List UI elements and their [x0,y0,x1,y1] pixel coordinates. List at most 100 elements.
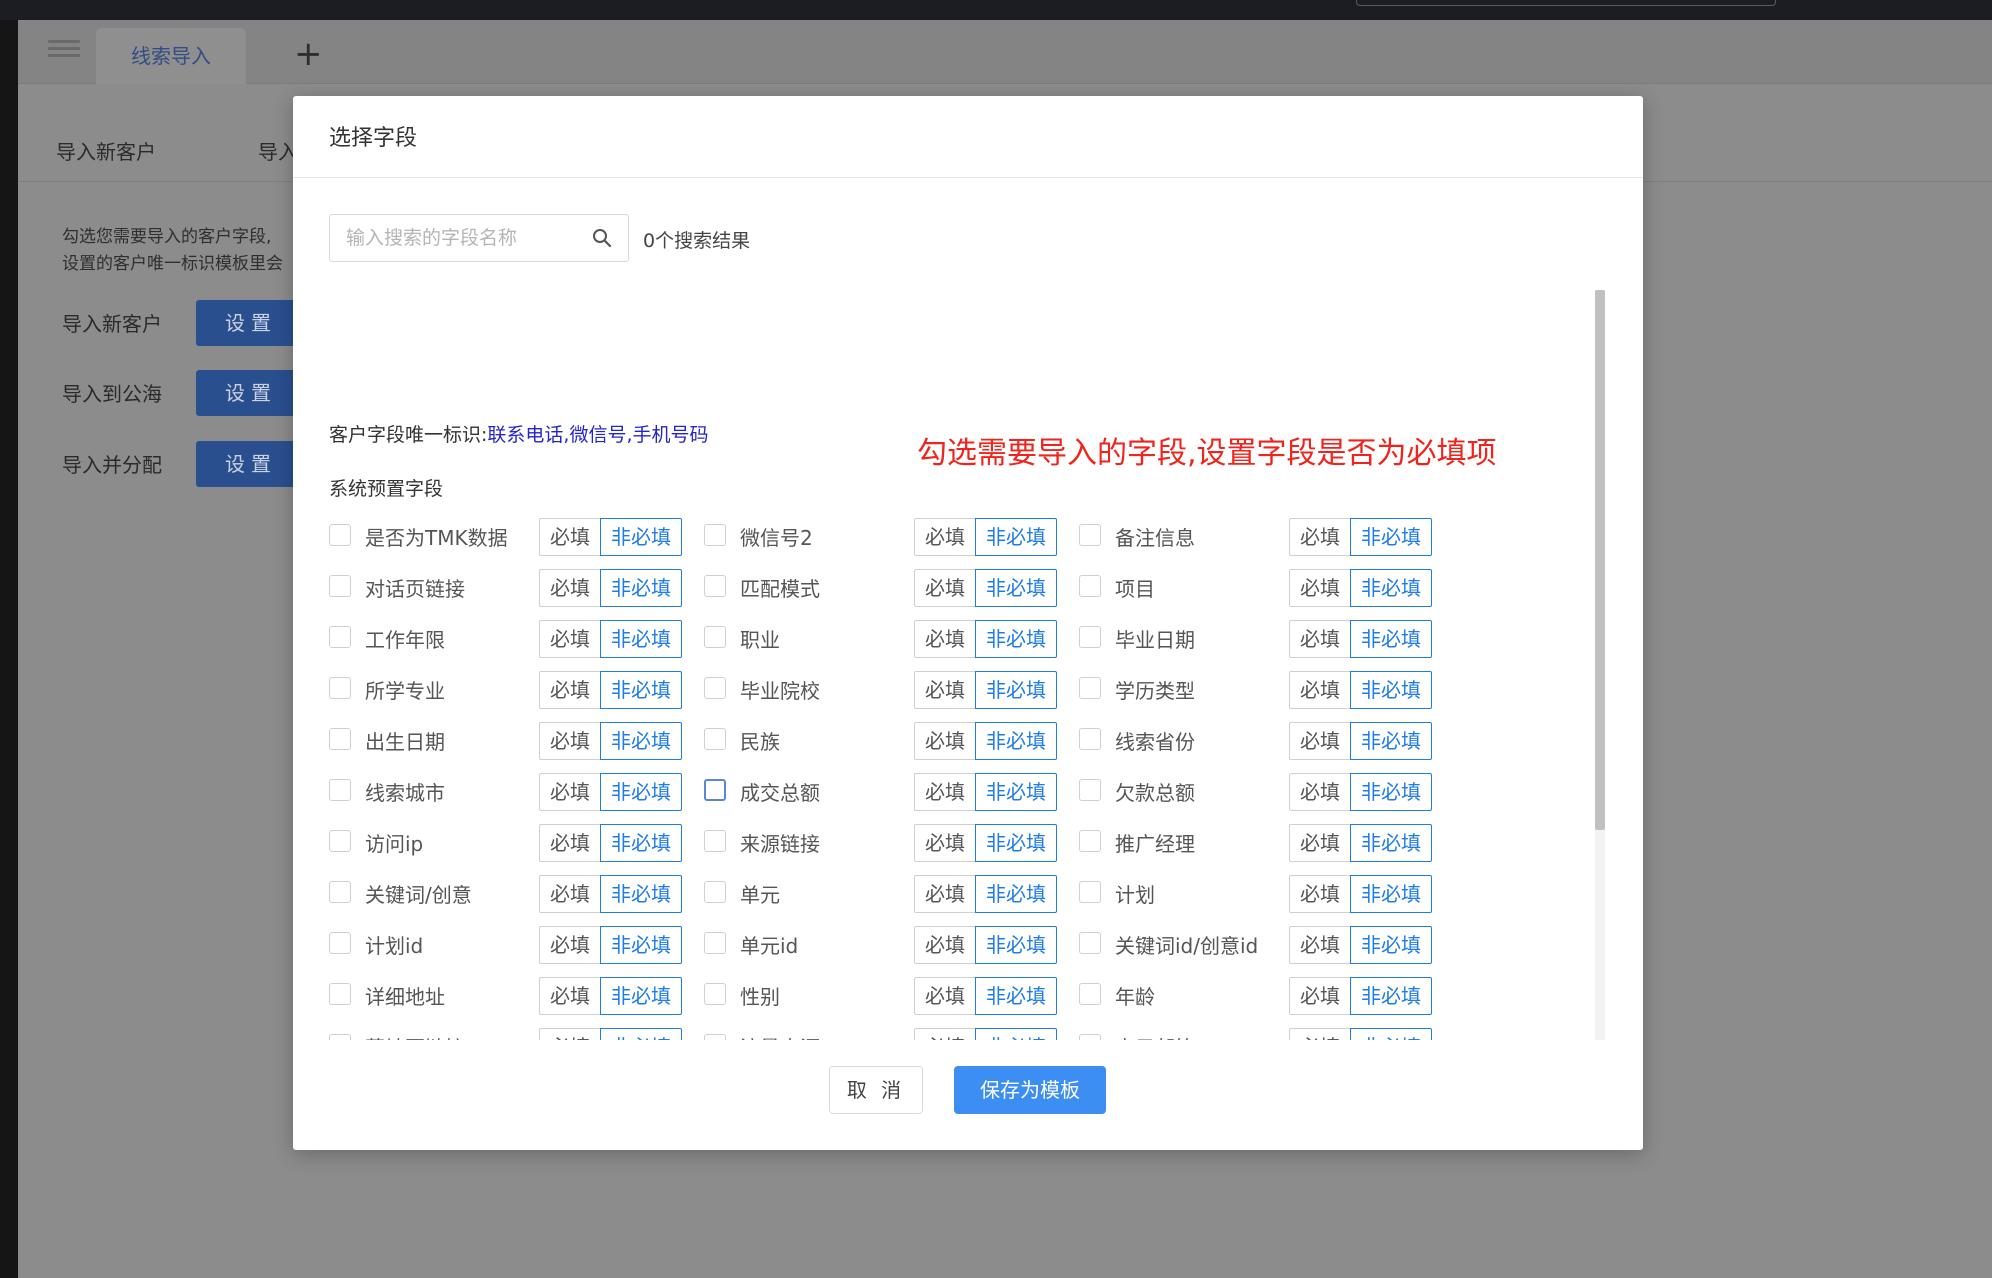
required-option[interactable]: 必填 [914,518,976,556]
required-option[interactable]: 必填 [914,977,976,1015]
optional-option[interactable]: 非必填 [1350,722,1432,760]
optional-option[interactable]: 非必填 [975,722,1057,760]
required-option[interactable]: 必填 [914,722,976,760]
field-checkbox[interactable] [1079,932,1101,954]
field-checkbox[interactable] [704,1034,726,1040]
field-checkbox[interactable] [704,728,726,750]
required-option[interactable]: 必填 [539,977,601,1015]
field-checkbox[interactable] [1079,728,1101,750]
set-button-import-assign[interactable]: 设置 [196,441,306,487]
set-button-import-new[interactable]: 设置 [196,300,306,346]
required-option[interactable]: 必填 [539,824,601,862]
field-checkbox[interactable] [1079,677,1101,699]
optional-option[interactable]: 非必填 [600,671,682,709]
optional-option[interactable]: 非必填 [975,977,1057,1015]
subnav-import-other[interactable]: 导入 [258,136,298,165]
required-option[interactable]: 必填 [1289,1028,1351,1040]
required-option[interactable]: 必填 [1289,824,1351,862]
required-option[interactable]: 必填 [914,671,976,709]
optional-option[interactable]: 非必填 [1350,1028,1432,1040]
field-checkbox[interactable] [329,881,351,903]
field-checkbox[interactable] [704,524,726,546]
field-checkbox[interactable] [1079,983,1101,1005]
menu-toggle-icon[interactable] [48,36,80,64]
optional-option[interactable]: 非必填 [975,773,1057,811]
required-option[interactable]: 必填 [1289,926,1351,964]
cancel-button[interactable]: 取 消 [829,1066,923,1114]
field-checkbox[interactable] [1079,830,1101,852]
optional-option[interactable]: 非必填 [600,722,682,760]
optional-option[interactable]: 非必填 [600,518,682,556]
field-checkbox[interactable] [704,983,726,1005]
required-option[interactable]: 必填 [539,620,601,658]
search-icon[interactable] [592,228,612,248]
required-option[interactable]: 必填 [539,875,601,913]
field-checkbox[interactable] [704,932,726,954]
required-option[interactable]: 必填 [914,875,976,913]
optional-option[interactable]: 非必填 [600,977,682,1015]
field-checkbox[interactable] [1079,881,1101,903]
required-option[interactable]: 必填 [914,620,976,658]
optional-option[interactable]: 非必填 [975,671,1057,709]
optional-option[interactable]: 非必填 [600,569,682,607]
optional-option[interactable]: 非必填 [975,1028,1057,1040]
field-checkbox[interactable] [329,677,351,699]
optional-option[interactable]: 非必填 [975,569,1057,607]
field-checkbox[interactable] [329,728,351,750]
optional-option[interactable]: 非必填 [600,620,682,658]
optional-option[interactable]: 非必填 [600,1028,682,1040]
subnav-import-new[interactable]: 导入新客户 [56,136,156,165]
field-checkbox[interactable] [329,524,351,546]
required-option[interactable]: 必填 [539,671,601,709]
field-checkbox[interactable] [329,830,351,852]
required-option[interactable]: 必填 [1289,569,1351,607]
required-option[interactable]: 必填 [539,518,601,556]
optional-option[interactable]: 非必填 [1350,671,1432,709]
fields-scroll-area[interactable]: 客户字段唯一标识:联系电话,微信号,手机号码 勾选需要导入的字段,设置字段是否为… [293,290,1608,1040]
required-option[interactable]: 必填 [539,773,601,811]
optional-option[interactable]: 非必填 [975,518,1057,556]
required-option[interactable]: 必填 [1289,671,1351,709]
optional-option[interactable]: 非必填 [600,773,682,811]
required-option[interactable]: 必填 [1289,722,1351,760]
optional-option[interactable]: 非必填 [600,926,682,964]
required-option[interactable]: 必填 [539,926,601,964]
required-option[interactable]: 必填 [914,773,976,811]
field-checkbox[interactable] [329,932,351,954]
optional-option[interactable]: 非必填 [600,824,682,862]
field-checkbox[interactable] [1079,1034,1101,1040]
field-checkbox[interactable] [1079,575,1101,597]
required-option[interactable]: 必填 [539,1028,601,1040]
required-option[interactable]: 必填 [914,926,976,964]
field-checkbox[interactable] [329,983,351,1005]
required-option[interactable]: 必填 [539,722,601,760]
optional-option[interactable]: 非必填 [975,620,1057,658]
field-checkbox[interactable] [329,575,351,597]
scrollbar-thumb[interactable] [1595,290,1605,830]
optional-option[interactable]: 非必填 [1350,875,1432,913]
tab-lead-import[interactable]: 线索导入 [96,28,246,84]
optional-option[interactable]: 非必填 [1350,569,1432,607]
save-template-button[interactable]: 保存为模板 [954,1066,1106,1114]
field-checkbox[interactable] [1079,626,1101,648]
optional-option[interactable]: 非必填 [1350,773,1432,811]
field-checkbox[interactable] [704,575,726,597]
optional-option[interactable]: 非必填 [975,824,1057,862]
field-checkbox[interactable] [329,779,351,801]
field-checkbox[interactable] [704,779,726,801]
required-option[interactable]: 必填 [1289,977,1351,1015]
optional-option[interactable]: 非必填 [975,875,1057,913]
field-checkbox[interactable] [704,626,726,648]
set-button-import-pool[interactable]: 设置 [196,370,306,416]
field-checkbox[interactable] [1079,779,1101,801]
required-option[interactable]: 必填 [914,824,976,862]
optional-option[interactable]: 非必填 [975,926,1057,964]
required-option[interactable]: 必填 [914,569,976,607]
required-option[interactable]: 必填 [1289,875,1351,913]
optional-option[interactable]: 非必填 [1350,977,1432,1015]
optional-option[interactable]: 非必填 [1350,824,1432,862]
field-checkbox[interactable] [704,830,726,852]
optional-option[interactable]: 非必填 [1350,926,1432,964]
field-checkbox[interactable] [704,677,726,699]
field-checkbox[interactable] [1079,524,1101,546]
